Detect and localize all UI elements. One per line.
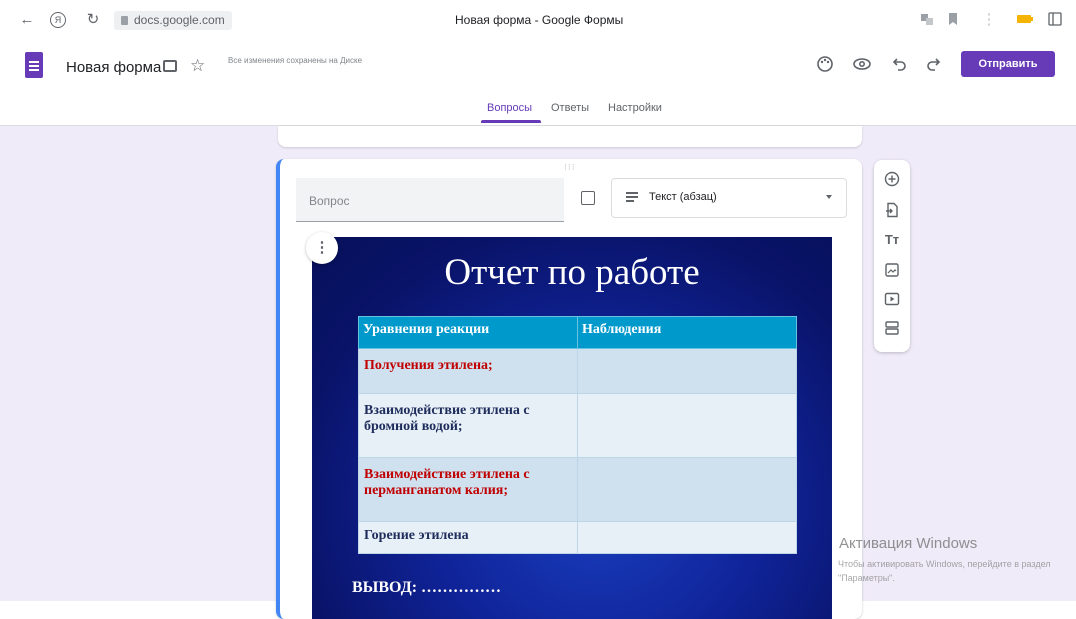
add-question-icon[interactable] [884, 171, 900, 187]
move-folder-icon[interactable] [163, 60, 177, 72]
form-title[interactable]: Новая форма [66, 59, 161, 76]
table-cell-reaction: Взаимодействие этилена с перманганатом к… [358, 457, 578, 522]
slide-conclusion: ВЫВОД: …………… [352, 579, 502, 596]
preview-eye-icon[interactable] [852, 54, 872, 74]
menu-dots-icon[interactable]: ⋮ [980, 11, 998, 29]
question-type-select[interactable]: Текст (абзац) [611, 178, 847, 218]
table-cell-reaction: Взаимодействие этилена с бромной водой; [358, 393, 578, 458]
reload-icon[interactable]: ↻ [84, 11, 102, 29]
table-cell-reaction: Получения этилена; [358, 348, 578, 394]
question-type-label: Текст (абзац) [649, 191, 717, 203]
table-row: Взаимодействие этилена с перманганатом к… [358, 457, 797, 522]
table-header: Наблюдения [577, 316, 797, 349]
chevron-down-icon [826, 195, 832, 199]
previous-question-card[interactable] [278, 126, 862, 147]
table-cell-observation [577, 393, 797, 458]
redo-icon[interactable] [924, 54, 944, 74]
forms-logo-icon[interactable] [25, 52, 43, 78]
back-icon[interactable]: ← [18, 11, 36, 29]
drag-handle-icon[interactable]: ⁝⁝⁝ [564, 162, 576, 173]
table-cell-observation [577, 348, 797, 394]
table-cell-reaction: Горение этилена [358, 521, 578, 554]
star-icon[interactable]: ☆ [190, 56, 205, 76]
form-editor-canvas: ⁝⁝⁝ Вопрос Текст (абзац) Отчет по работе… [0, 126, 1076, 619]
yandex-icon[interactable]: Я [50, 12, 66, 28]
tab-settings[interactable]: Настройки [608, 102, 662, 114]
url-text: docs.google.com [134, 13, 225, 27]
table-row: Горение этилена [358, 521, 797, 554]
floating-toolbar: Tт [874, 160, 910, 352]
paragraph-icon [626, 192, 638, 204]
report-table: Уравнения реакции Наблюдения Получения э… [358, 316, 797, 554]
table-header: Уравнения реакции [358, 316, 578, 349]
translate-icon[interactable] [920, 12, 934, 26]
active-tab-indicator [481, 120, 541, 123]
table-row: Взаимодействие этилена с бромной водой; [358, 393, 797, 458]
forms-header: Новая форма ☆ Все изменения сохранены на… [0, 40, 1076, 126]
palette-icon[interactable] [815, 54, 835, 74]
tab-questions[interactable]: Вопросы [487, 102, 532, 114]
question-card[interactable]: ⁝⁝⁝ Вопрос Текст (абзац) Отчет по работе… [276, 159, 862, 619]
add-image-to-question-icon[interactable] [581, 191, 595, 205]
tab-responses[interactable]: Ответы [551, 102, 589, 114]
table-cell-observation [577, 457, 797, 522]
question-image[interactable]: Отчет по работе Уравнения реакции Наблюд… [312, 237, 832, 619]
table-cell-observation [577, 521, 797, 554]
address-bar[interactable]: docs.google.com [114, 11, 232, 30]
slide-title: Отчет по работе [444, 252, 700, 293]
add-video-icon[interactable] [884, 291, 900, 307]
add-title-icon[interactable]: Tт [884, 232, 900, 248]
form-tabs: Вопросы Ответы Настройки [0, 96, 1076, 124]
battery-icon [1017, 15, 1033, 23]
send-button[interactable]: Отправить [961, 51, 1055, 77]
image-more-options-button[interactable]: ⋮ [306, 232, 338, 264]
question-input[interactable]: Вопрос [296, 178, 564, 222]
sidebar-icon[interactable] [1048, 12, 1062, 26]
browser-bar: ← Я ↻ docs.google.com Новая форма - Goog… [0, 0, 1076, 41]
add-image-icon[interactable] [884, 262, 900, 278]
lock-icon [121, 16, 128, 25]
save-status: Все изменения сохранены на Диске [228, 56, 363, 65]
windows-activation-title: Активация Windows [839, 535, 978, 552]
import-questions-icon[interactable] [884, 202, 900, 218]
add-section-icon[interactable] [884, 320, 900, 336]
table-row: Получения этилена; [358, 348, 797, 394]
bookmark-icon[interactable] [946, 12, 960, 26]
tab-title: Новая форма - Google Формы [455, 13, 624, 27]
undo-icon[interactable] [889, 54, 909, 74]
windows-activation-subtitle: Чтобы активировать Windows, перейдите в … [838, 559, 1051, 583]
